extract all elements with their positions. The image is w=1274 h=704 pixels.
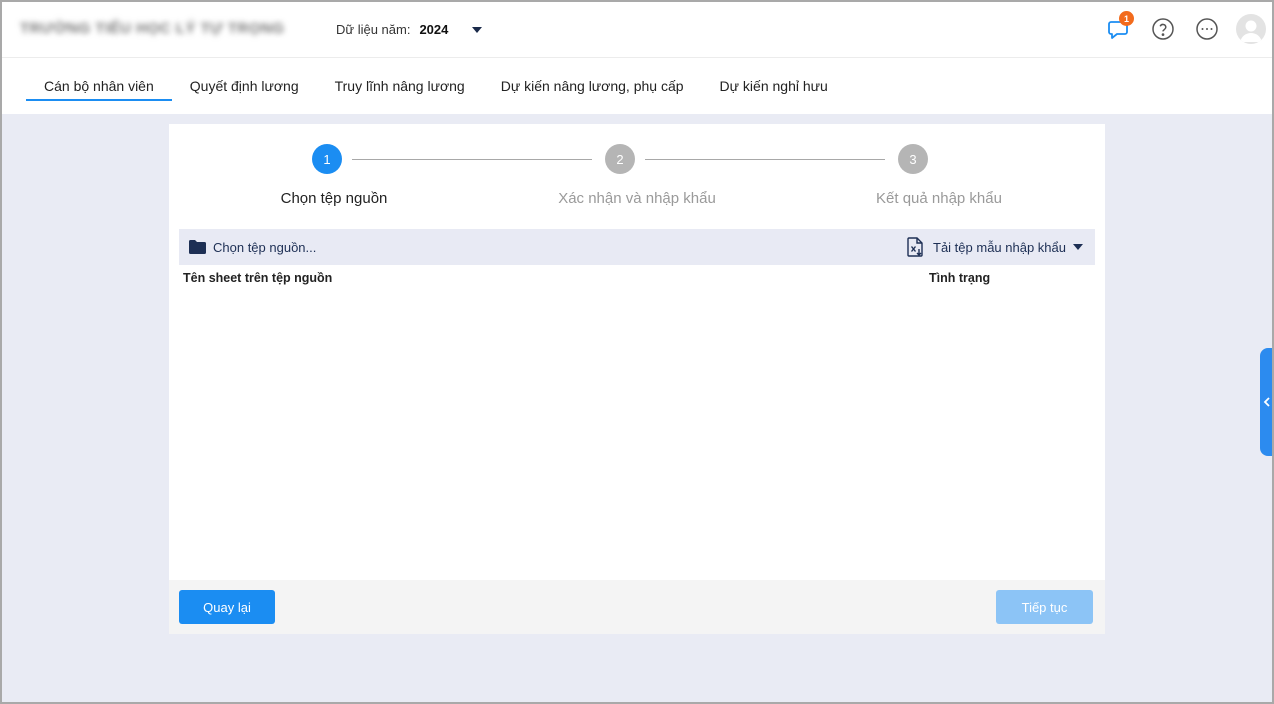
avatar-icon	[1240, 20, 1262, 42]
chevron-left-icon	[1263, 397, 1270, 407]
more-icon	[1196, 18, 1218, 40]
import-card: 1 2 3 Chọn tệp nguồn Xác nhận và nhập kh…	[169, 124, 1105, 634]
card-footer: Quay lại Tiếp tục	[169, 580, 1105, 634]
header-actions: 1	[1090, 11, 1266, 44]
folder-icon	[189, 240, 206, 254]
chevron-down-icon[interactable]	[1073, 244, 1083, 250]
download-template-label: Tải tệp mẫu nhập khẩu	[933, 239, 1066, 255]
download-template-button[interactable]: Tải tệp mẫu nhập khẩu	[907, 237, 1083, 257]
avatar	[1236, 14, 1266, 44]
step-3-circle: 3	[898, 144, 928, 174]
step-1-label: Chọn tệp nguồn	[280, 190, 388, 207]
notification-badge: 1	[1119, 11, 1134, 26]
import-stepper: 1 2 3 Chọn tệp nguồn Xác nhận và nhập kh…	[169, 124, 1105, 224]
next-button[interactable]: Tiếp tục	[996, 590, 1093, 624]
help-button[interactable]	[1148, 14, 1178, 44]
step-3-label: Kết quả nhập khẩu	[876, 190, 1002, 207]
column-header-status: Tình trạng	[929, 271, 991, 285]
main-tabs: Cán bộ nhân viên Quyết định lương Truy l…	[0, 58, 1274, 114]
help-icon	[1152, 18, 1174, 40]
step-1-circle: 1	[312, 144, 342, 174]
tab-can-bo-nhan-vien[interactable]: Cán bộ nhân viên	[26, 58, 172, 114]
tab-truy-linh-nang-luong[interactable]: Truy lĩnh nâng lương	[317, 58, 483, 114]
app-header: TRƯỜNG TIỂU HỌC LÝ TỰ TRỌNG Dữ liệu năm:…	[0, 0, 1274, 58]
year-label: Dữ liệu năm:	[336, 22, 411, 37]
excel-file-icon	[907, 237, 923, 257]
year-value[interactable]: 2024	[419, 22, 448, 37]
year-selector[interactable]: Dữ liệu năm: 2024	[336, 22, 483, 37]
step-2-circle: 2	[605, 144, 635, 174]
back-button[interactable]: Quay lại	[179, 590, 275, 624]
file-toolbar: Chọn tệp nguồn... Tải tệp mẫu nhập khẩu	[179, 229, 1095, 265]
step-connector	[352, 159, 592, 160]
column-header-sheet-name: Tên sheet trên tệp nguồn	[183, 271, 333, 285]
chevron-down-icon[interactable]	[472, 26, 483, 33]
chat-button[interactable]: 1	[1104, 11, 1134, 44]
more-button[interactable]	[1192, 14, 1222, 44]
choose-file-label: Chọn tệp nguồn...	[213, 239, 317, 255]
org-name: TRƯỜNG TIỂU HỌC LÝ TỰ TRỌNG	[20, 20, 285, 37]
tab-du-kien-nang-luong[interactable]: Dự kiến nâng lương, phụ cấp	[483, 58, 702, 114]
step-connector	[645, 159, 885, 160]
choose-file-button[interactable]: Chọn tệp nguồn...	[189, 240, 316, 255]
step-2-label: Xác nhận và nhập khẩu	[558, 190, 716, 207]
side-panel-toggle[interactable]	[1260, 348, 1274, 456]
avatar-button[interactable]	[1236, 14, 1266, 44]
tab-du-kien-nghi-huu[interactable]: Dự kiến nghỉ hưu	[702, 58, 846, 114]
tab-quyet-dinh-luong[interactable]: Quyết định lương	[172, 58, 317, 114]
